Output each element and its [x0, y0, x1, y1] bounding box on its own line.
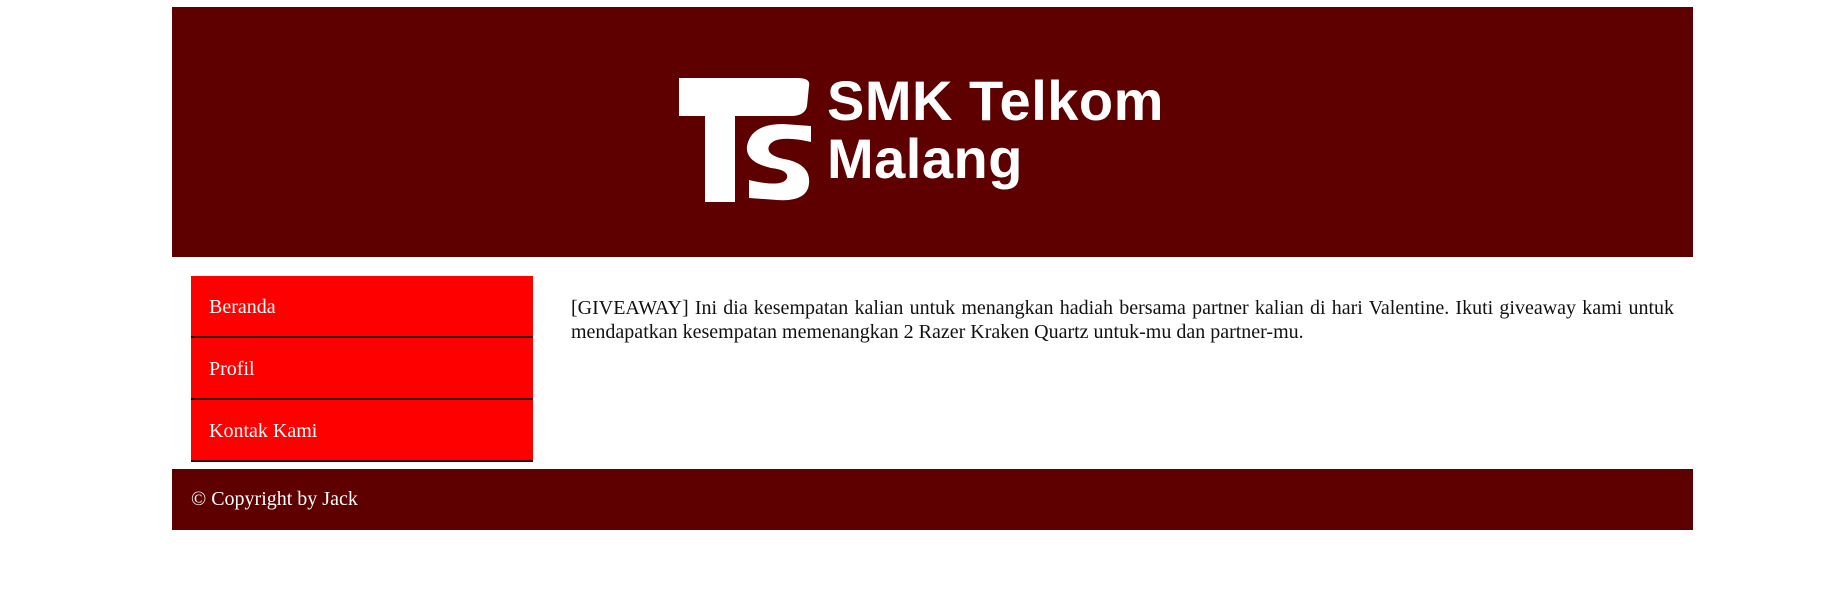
sidebar-item-label: Profil [209, 358, 255, 380]
sidebar-item-profil[interactable]: Profil [191, 338, 533, 400]
sidebar-item-kontak-kami[interactable]: Kontak Kami [191, 400, 533, 462]
page-container: SMK Telkom Malang Beranda Profil Kontak … [172, 7, 1693, 530]
article-text: [GIVEAWAY] Ini dia kesempatan kalian unt… [571, 297, 1674, 343]
footer: © Copyright by Jack [172, 469, 1693, 530]
logo-line-1: SMK Telkom [827, 69, 1164, 132]
header-banner: SMK Telkom Malang [172, 7, 1693, 257]
logo-line-2: Malang [827, 127, 1023, 190]
telkom-logo-icon [679, 78, 811, 202]
sidebar-item-beranda[interactable]: Beranda [191, 276, 533, 338]
content-area: Beranda Profil Kontak Kami [GIVEAWAY] In… [172, 257, 1693, 469]
sidebar-nav: Beranda Profil Kontak Kami [191, 276, 533, 462]
copyright-text: © Copyright by Jack [191, 488, 358, 510]
logo-text: SMK Telkom Malang [827, 72, 1164, 188]
sidebar-item-label: Kontak Kami [209, 420, 318, 442]
sidebar-item-label: Beranda [209, 296, 276, 318]
school-logo[interactable]: SMK Telkom Malang [679, 68, 1179, 208]
